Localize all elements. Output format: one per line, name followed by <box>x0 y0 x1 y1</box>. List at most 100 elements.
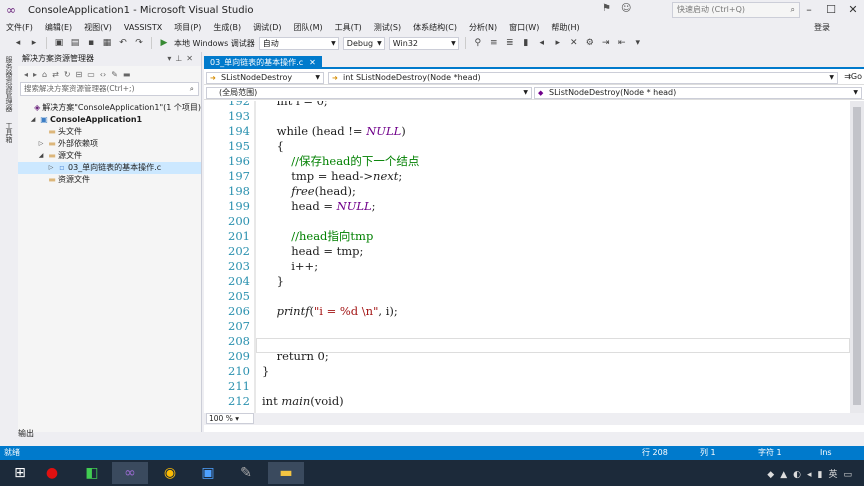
start-debug-button[interactable]: 本地 Windows 调试器 <box>174 38 255 49</box>
global-scope-combo[interactable]: (全局范围) ▼ <box>206 87 532 99</box>
tool-app-icon[interactable]: ✎ <box>228 462 264 484</box>
file-explorer-icon[interactable]: ▬ <box>268 462 304 484</box>
code-line[interactable]: 205 <box>204 289 850 304</box>
tree-item-source-file[interactable]: ▷ ▫ 03_单向链表的基本操作.c <box>18 162 201 174</box>
new-project-icon[interactable]: ▣ <box>53 37 65 49</box>
uncomment-icon[interactable]: ≣ <box>504 37 516 49</box>
forward-icon[interactable]: ▸ <box>33 70 37 79</box>
code-line[interactable]: 199 head = NULL; <box>204 199 850 214</box>
menu-item[interactable]: 测试(S) <box>368 22 407 33</box>
tree-item-resource-files[interactable]: ▬ 资源文件 <box>18 174 201 186</box>
tree-item-project[interactable]: ◢ ▣ ConsoleApplication1 <box>18 114 201 126</box>
function-combo[interactable]: ➜ int SListNodeDestroy(Node *head) ▼ <box>328 72 838 84</box>
undo-icon[interactable]: ↶ <box>117 37 129 49</box>
code-line[interactable]: 207 <box>204 319 850 334</box>
properties-icon[interactable]: ✎ <box>111 70 118 79</box>
solution-search-input[interactable]: 搜索解决方案资源管理器(Ctrl+;) ⌕ <box>20 82 199 96</box>
menu-item[interactable]: 编辑(E) <box>39 22 78 33</box>
platform-combo[interactable]: Win32 ▼ <box>388 36 459 50</box>
volume-icon[interactable]: ◂ <box>807 470 818 480</box>
save-icon[interactable]: ▪ <box>85 37 97 49</box>
code-line[interactable]: 208 <box>204 334 850 349</box>
comment-icon[interactable]: ≡ <box>488 37 500 49</box>
menu-item[interactable]: 项目(P) <box>168 22 207 33</box>
word-icon[interactable]: ▣ <box>190 462 226 484</box>
bookmark-icon[interactable]: ▮ <box>520 37 532 49</box>
menu-item[interactable]: 文件(F) <box>0 22 39 33</box>
menu-item[interactable]: VASSISTX <box>118 23 168 32</box>
code-line[interactable]: 192 int i = 0; <box>204 101 850 109</box>
start-debug-icon[interactable]: ▶ <box>158 37 170 49</box>
notification-icon[interactable]: ▭ <box>843 470 858 480</box>
pin-icon[interactable]: ⊥ <box>175 54 186 63</box>
code-editor[interactable]: 192 int i = 0; 193 194 while (head != NULL… <box>204 101 850 413</box>
close-icon[interactable]: ✕ <box>186 54 197 63</box>
tree-item-source-files[interactable]: ◢ ▬ 源文件 <box>18 150 201 162</box>
save-all-icon[interactable]: ▦ <box>101 37 113 49</box>
recorder-app-icon[interactable]: ● <box>34 462 70 484</box>
notification-flag-icon[interactable]: ⚑ <box>602 3 611 14</box>
tray-icon[interactable]: ◆ <box>767 470 780 480</box>
go-button[interactable]: ⇉Go <box>844 72 862 81</box>
tree-item-solution[interactable]: ◈ 解决方案"ConsoleApplication1"(1 个项目) <box>18 102 201 114</box>
code-line[interactable]: 194 while (head != NULL) <box>204 124 850 139</box>
tray-icon[interactable]: ◐ <box>793 470 807 480</box>
code-line[interactable]: 193 <box>204 109 850 124</box>
configuration-combo[interactable]: Debug ▼ <box>342 36 385 50</box>
menu-item[interactable]: 生成(B) <box>207 22 247 33</box>
find-in-files-icon[interactable]: ⚲ <box>472 37 484 49</box>
document-tab[interactable]: 03_单向链表的基本操作.c ✕ <box>204 56 322 69</box>
next-bookmark-icon[interactable]: ▸ <box>552 37 564 49</box>
home-icon[interactable]: ⌂ <box>42 70 47 79</box>
windows-start-icon[interactable]: ⊞ <box>2 462 38 484</box>
code-line[interactable]: 204 } <box>204 274 850 289</box>
qt-creator-icon[interactable]: ◧ <box>74 462 110 484</box>
tray-icon[interactable]: ▲ <box>780 470 793 480</box>
back-icon[interactable]: ◂ <box>12 37 24 49</box>
maximize-icon[interactable]: ☐ <box>820 0 842 20</box>
close-icon[interactable]: ✕ <box>842 0 864 20</box>
quick-launch-input[interactable]: 快速启动 (Ctrl+Q) ⌕ <box>672 2 800 18</box>
menu-item[interactable]: 分析(N) <box>463 22 503 33</box>
forward-icon[interactable]: ▸ <box>28 37 40 49</box>
code-line[interactable]: 197 tmp = head->next; <box>204 169 850 184</box>
language-icon[interactable]: 英 <box>828 470 843 480</box>
prev-bookmark-icon[interactable]: ◂ <box>536 37 548 49</box>
clear-bookmarks-icon[interactable]: ✕ <box>568 37 580 49</box>
feedback-icon[interactable]: ☺ <box>621 3 631 14</box>
minimize-icon[interactable]: – <box>798 0 820 20</box>
member-combo[interactable]: ◆ SListNodeDestroy(Node * head) ▼ <box>534 87 862 99</box>
preview-icon[interactable]: ▬ <box>123 70 131 79</box>
code-line[interactable]: 203 i++; <box>204 259 850 274</box>
refresh-icon[interactable]: ↻ <box>64 70 71 79</box>
zoom-combo[interactable]: 100 % ▾ <box>206 413 254 424</box>
menu-item[interactable]: 团队(M) <box>287 22 328 33</box>
code-line[interactable]: 200 <box>204 214 850 229</box>
chrome-icon[interactable]: ◉ <box>152 462 188 484</box>
code-line[interactable]: 206 printf("i = %d \n", i); <box>204 304 850 319</box>
view-code-icon[interactable]: ‹› <box>100 70 106 79</box>
format-icon[interactable]: ⚙ <box>584 37 596 49</box>
code-line[interactable]: 198 free(head); <box>204 184 850 199</box>
vertical-scrollbar[interactable] <box>850 101 864 413</box>
outdent-icon[interactable]: ⇤ <box>616 37 628 49</box>
output-tab[interactable]: 输出 <box>18 428 34 439</box>
collapse-all-icon[interactable]: ⊟ <box>76 70 83 79</box>
server-explorer-tab[interactable]: 服务器资源管理器 <box>4 56 14 112</box>
indent-icon[interactable]: ⇥ <box>600 37 612 49</box>
tree-item-external-deps[interactable]: ▷ ▬ 外部依赖项 <box>18 138 201 150</box>
code-line[interactable]: 212 int main(void) <box>204 394 850 409</box>
menu-item[interactable]: 调试(D) <box>247 22 287 33</box>
code-line[interactable]: 196 //保存head的下一个结点 <box>204 154 850 169</box>
scope-combo[interactable]: ➜ SListNodeDestroy ▼ <box>206 72 324 84</box>
toolbar-overflow-icon[interactable]: ▾ <box>632 37 644 49</box>
tree-item-header-files[interactable]: ▬ 头文件 <box>18 126 201 138</box>
open-file-icon[interactable]: ▤ <box>69 37 81 49</box>
menu-item[interactable]: 工具(T) <box>329 22 368 33</box>
code-line[interactable]: 211 <box>204 379 850 394</box>
code-line[interactable]: 210} <box>204 364 850 379</box>
code-line[interactable]: 195 { <box>204 139 850 154</box>
sync-icon[interactable]: ⇄ <box>52 70 59 79</box>
login-link[interactable]: 登录 <box>814 22 830 33</box>
code-line[interactable]: 201 //head指向tmp <box>204 229 850 244</box>
